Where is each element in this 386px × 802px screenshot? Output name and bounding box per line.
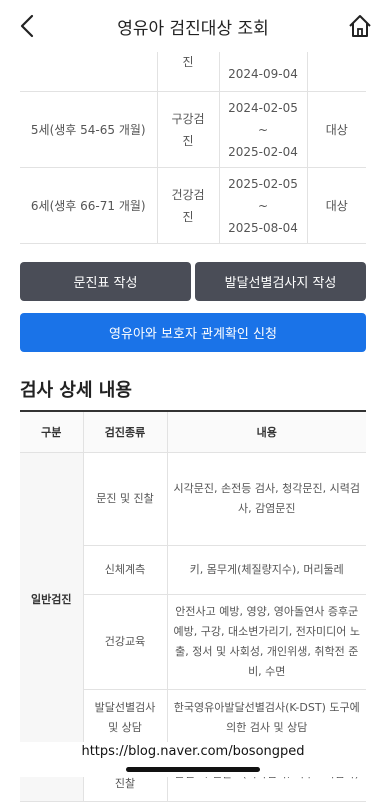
page-title: 영유아 검진대상 조회: [117, 18, 269, 39]
content-cell: 시각문진, 손전등 검사, 청각문진, 시력검사, 감염문진: [167, 452, 366, 546]
category-cell: 일반검진: [20, 452, 84, 747]
home-button[interactable]: [346, 12, 374, 40]
source-url: https://blog.naver.com/bosongped: [81, 744, 305, 759]
target-cell: 대상: [307, 167, 366, 244]
checkup-type-cell: 발달선별검사 및 상담: [83, 689, 168, 747]
checkup-type-cell: 건강검 진: [157, 167, 220, 244]
column-header-type: 검진종류: [83, 410, 168, 453]
period-cell: 2024-02-05 ~ 2025-02-04: [219, 91, 308, 168]
checkup-type-cell: 문진 및 진찰: [83, 452, 168, 546]
back-button[interactable]: [14, 12, 40, 40]
checkup-type-cell: 건강교육: [83, 594, 168, 690]
questionnaire-button[interactable]: 문진표 작성: [20, 262, 191, 301]
table-header-row: 구분 검진종류 내용: [20, 410, 366, 453]
checkup-type-cell: 신체계측: [83, 545, 168, 595]
home-icon: [349, 15, 371, 37]
developmental-screening-button[interactable]: 발달선별검사지 작성: [195, 262, 366, 301]
column-header-category: 구분: [20, 410, 84, 453]
table-row: 6세(생후 66-71 개월) 건강검 진 2025-02-05 ~ 2025-0…: [20, 167, 366, 244]
schedule-table: 진 2024-09-04 5세(생후 54-65 개월) 구강검 진 2024-0…: [20, 33, 366, 244]
section-title: 검사 상세 내용: [20, 380, 132, 401]
table-row: 5세(생후 54-65 개월) 구강검 진 2024-02-05 ~ 2025-0…: [20, 91, 366, 168]
table-row: 일반검진 문진 및 진찰 시각문진, 손전등 검사, 청각문진, 시력검사, 감…: [20, 452, 366, 747]
age-cell: 6세(생후 66-71 개월): [20, 167, 158, 244]
relationship-request-button[interactable]: 영유아와 보호자 관계확인 신청: [20, 313, 366, 352]
age-cell: 5세(생후 54-65 개월): [20, 91, 158, 168]
chevron-left-icon: [20, 14, 34, 38]
app-header: 영유아 검진대상 조회: [0, 0, 386, 52]
period-cell: 2025-02-05 ~ 2025-08-04: [219, 167, 308, 244]
column-header-content: 내용: [167, 410, 366, 453]
target-cell: 대상: [307, 91, 366, 168]
content-cell: 안전사고 예방, 영양, 영아돌연사 증후군 예방, 구강, 대소변가리기, 전…: [167, 594, 366, 690]
home-indicator[interactable]: [126, 767, 260, 772]
content-cell: 한국영유아발달선별검사(K-DST) 도구에 의한 검사 및 상담: [167, 689, 366, 747]
footer-overlay: https://blog.naver.com/bosongped: [0, 742, 386, 777]
content-cell: 키, 몸무게(체질량지수), 머리둘레: [167, 545, 366, 595]
checkup-type-cell: 구강검 진: [157, 91, 220, 168]
